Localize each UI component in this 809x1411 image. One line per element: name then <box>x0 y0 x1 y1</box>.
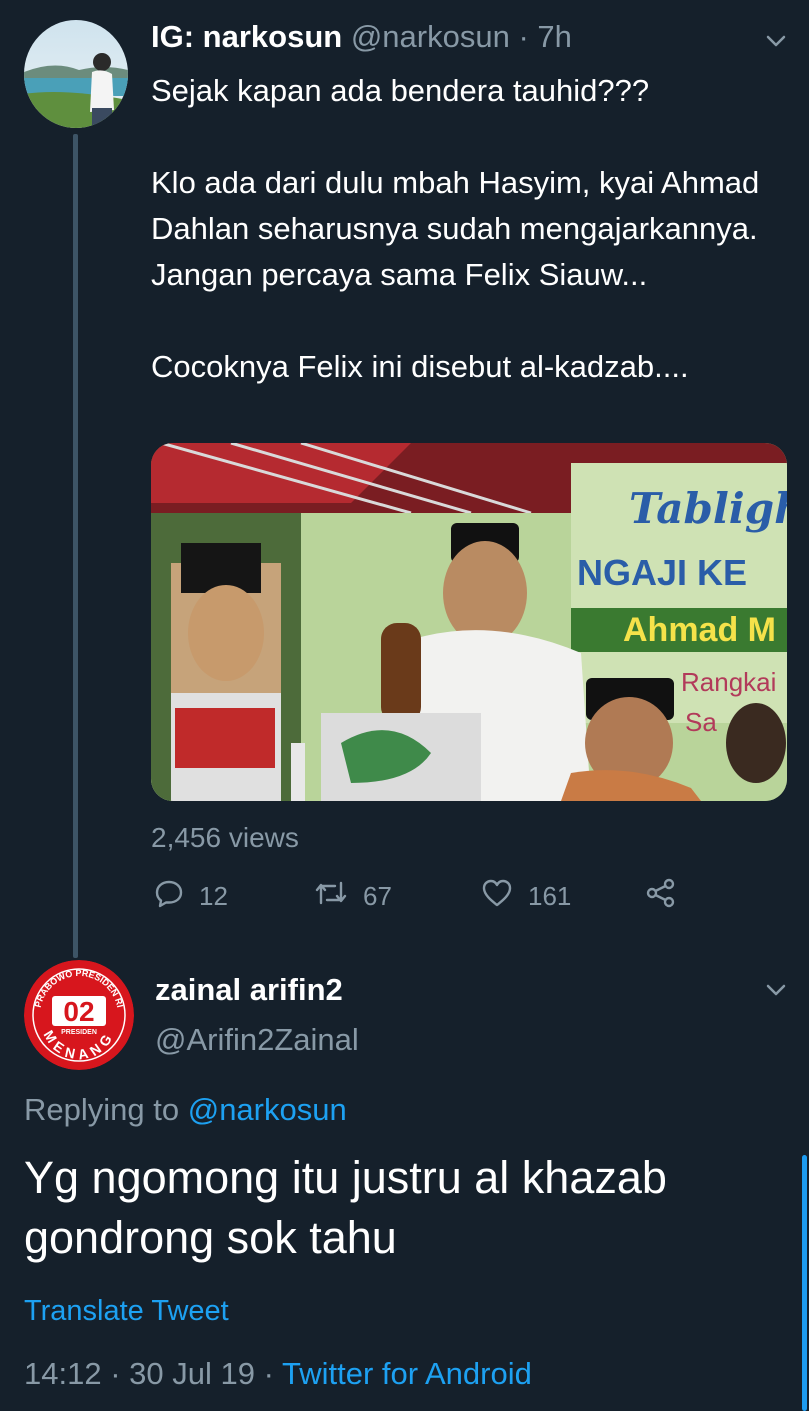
share-icon <box>644 877 678 916</box>
scrollbar[interactable] <box>802 1155 807 1411</box>
banner-text: NGAJI KE <box>577 552 747 593</box>
share-button[interactable] <box>644 876 678 916</box>
retweet-icon <box>313 877 349 916</box>
separator: · <box>518 19 529 54</box>
tweet-time: 14:12 <box>24 1356 102 1391</box>
avatar-badge-text: 02 <box>63 996 94 1027</box>
video-thumbnail[interactable]: Tabligh NGAJI KE Ahmad M Rangkai Sa <box>151 443 787 801</box>
display-name[interactable]: zainal arifin2 <box>155 972 343 1008</box>
banner-text: Rangkai <box>681 667 776 697</box>
like-count: 161 <box>528 880 572 911</box>
retweet-button[interactable]: 67 <box>313 876 392 916</box>
retweet-count: 67 <box>363 880 392 911</box>
banner-text: Tabligh <box>629 484 787 533</box>
chevron-down-icon[interactable] <box>762 27 790 55</box>
timestamp[interactable]: 7h <box>537 19 571 54</box>
avatar-sub-text: PRESIDEN <box>61 1029 97 1036</box>
chevron-down-icon[interactable] <box>762 976 790 1004</box>
reply-count: 12 <box>199 880 228 911</box>
tweet-text: Sejak kapan ada bendera tauhid??? Klo ad… <box>151 68 781 390</box>
tweet-meta: 14:12 · 30 Jul 19 · Twitter for Android <box>24 1356 532 1392</box>
separator: · <box>263 1356 274 1391</box>
tweet-text: Yg ngomong itu justru al khazab gondrong… <box>24 1152 667 1263</box>
tweet-paragraph: Sejak kapan ada bendera tauhid??? <box>151 73 650 108</box>
like-icon <box>480 877 514 916</box>
tweet-date: 30 Jul 19 <box>129 1356 255 1391</box>
reply-button[interactable]: 12 <box>153 876 228 916</box>
avatar[interactable]: PRABOWO PRESIDEN RI MENANG 02 PRESIDEN <box>24 960 134 1070</box>
thread-line <box>73 134 78 958</box>
avatar[interactable] <box>24 20 128 128</box>
banner-text: Ahmad M <box>623 611 776 649</box>
tweet-header: IG: narkosun @narkosun · 7h <box>151 19 572 55</box>
tweet-paragraph: Cocoknya Felix ini disebut al-kadzab.... <box>151 349 689 384</box>
views-count: 2,456 views <box>151 822 299 853</box>
display-name[interactable]: IG: narkosun <box>151 19 342 54</box>
replying-to-link[interactable]: @narkosun <box>188 1092 347 1127</box>
handle[interactable]: @narkosun <box>351 19 510 54</box>
handle[interactable]: @Arifin2Zainal <box>155 1022 359 1058</box>
separator: · <box>110 1356 121 1391</box>
like-button[interactable]: 161 <box>480 876 571 916</box>
tweet-paragraph: Klo ada dari dulu mbah Hasyim, kyai Ahma… <box>151 165 760 292</box>
banner-text: Sa <box>685 707 717 737</box>
reply-icon <box>153 877 185 916</box>
replying-prefix: Replying to <box>24 1092 180 1127</box>
replying-to: Replying to @narkosun <box>24 1092 347 1128</box>
tweet-source-link[interactable]: Twitter for Android <box>282 1356 532 1391</box>
translate-link[interactable]: Translate Tweet <box>24 1295 229 1328</box>
